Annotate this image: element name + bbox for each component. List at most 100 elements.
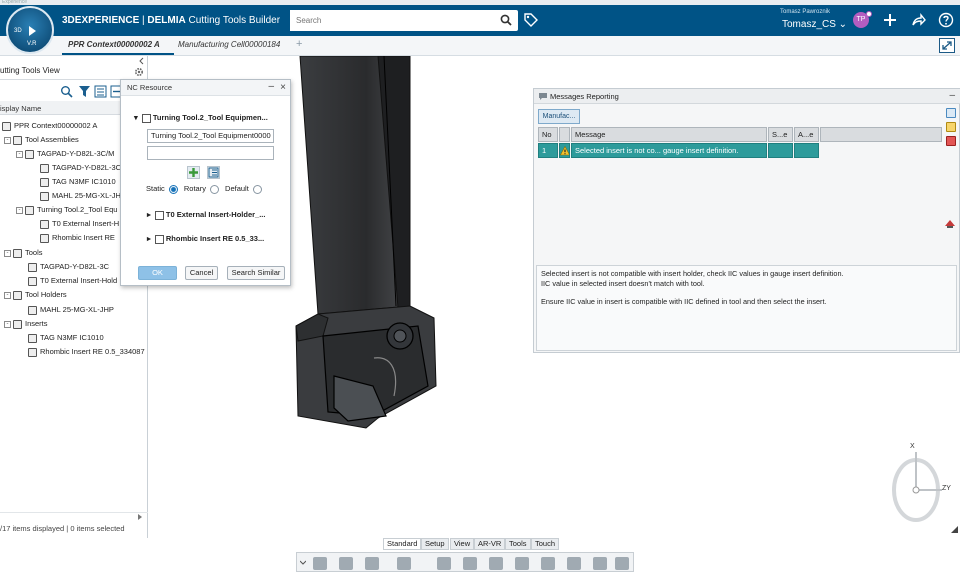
add-icon[interactable]: [882, 12, 898, 28]
detail-line-3: Ensure IIC value in insert is compatible…: [541, 297, 827, 306]
axis-triad[interactable]: X ZY: [880, 440, 955, 525]
search-box[interactable]: [290, 10, 518, 31]
tree-node-inserts-tag[interactable]: TAG N3MF IC1010: [28, 333, 104, 343]
compass-icon[interactable]: 3D V.R: [6, 6, 54, 54]
horizontal-scrollbar[interactable]: [0, 512, 148, 521]
collapse-toggle-icon[interactable]: -: [16, 206, 23, 214]
secondary-field[interactable]: [147, 146, 274, 160]
paste-icon[interactable]: [365, 557, 379, 570]
cancel-button[interactable]: Cancel: [185, 266, 218, 280]
col-extra[interactable]: [820, 127, 942, 142]
dialog-tool-node[interactable]: ▾ Turning Tool.2_Tool Equipmen...: [134, 113, 268, 123]
chevron-down-icon[interactable]: [300, 556, 306, 569]
undo-icon[interactable]: [397, 557, 411, 570]
collapse-toggle-icon[interactable]: -: [4, 291, 11, 299]
search-similar-button[interactable]: Search Similar: [227, 266, 285, 280]
name-field[interactable]: Turning Tool.2_Tool Equipment0000: [147, 129, 274, 143]
holder-icon[interactable]: [515, 557, 529, 570]
tree-label: MAHL 25-MG-XL-JH: [52, 191, 121, 200]
tree-node-tag-insert[interactable]: TAG N3MF IC1010: [40, 177, 116, 187]
row-action[interactable]: [794, 143, 819, 158]
globe-icon[interactable]: [615, 557, 629, 570]
axis-triad-graphic: [892, 452, 942, 522]
tree-node-tool-holders[interactable]: - Tool Holders: [4, 290, 67, 300]
clear-messages-icon[interactable]: [944, 218, 956, 229]
row-severity[interactable]: [768, 143, 793, 158]
collapse-toggle-icon[interactable]: -: [4, 320, 11, 328]
cut-icon[interactable]: [313, 557, 327, 570]
add-button[interactable]: [187, 166, 200, 179]
search-input[interactable]: [290, 10, 490, 31]
user-tenant-dropdown[interactable]: Tomasz_CS ⌄: [782, 19, 847, 30]
error-filter-icon[interactable]: [946, 136, 956, 146]
tab-manufacturing-cell[interactable]: Manufacturing Cell00000184: [178, 40, 288, 49]
tree-node-t0-external[interactable]: T0 External Insert-H: [40, 219, 119, 229]
tree-node-rhombic[interactable]: Rhombic Insert RE: [40, 233, 115, 243]
help-icon[interactable]: [938, 12, 954, 28]
expand-button[interactable]: [939, 38, 955, 53]
insert-icon[interactable]: [541, 557, 555, 570]
compass-version: V.R: [27, 41, 37, 47]
zoom-icon[interactable]: [437, 557, 451, 570]
tab-touch[interactable]: Touch: [531, 538, 560, 550]
collapse-panel-icon[interactable]: [138, 57, 146, 65]
list-button[interactable]: [207, 166, 220, 179]
warning-filter-icon[interactable]: [946, 122, 956, 132]
table-row-warning[interactable]: [559, 143, 570, 158]
tree-node-inserts-rhombic[interactable]: Rhombic Insert RE 0.5_334087: [28, 347, 145, 357]
tab-setup[interactable]: Setup: [421, 538, 449, 550]
tool-assembly-icon[interactable]: [463, 557, 477, 570]
close-icon[interactable]: ×: [280, 82, 286, 93]
tag-icon[interactable]: [523, 12, 539, 28]
tab-tools[interactable]: Tools: [505, 538, 531, 550]
tree-node-mahl[interactable]: MAHL 25-MG-XL-JH: [40, 191, 121, 201]
minimize-icon[interactable]: –: [949, 90, 955, 101]
col-type[interactable]: [559, 127, 570, 142]
dialog-child-insert[interactable]: ▸ Rhombic Insert RE 0.5_33...: [147, 234, 264, 244]
dialog-child-holder[interactable]: ▸ T0 External Insert-Holder_...: [147, 210, 265, 220]
cylinder-icon[interactable]: [593, 557, 607, 570]
info-filter-icon[interactable]: [946, 108, 956, 118]
tree-node-tool-assemblies[interactable]: - Tool Assemblies: [4, 135, 79, 145]
collapse-toggle-icon[interactable]: -: [16, 150, 23, 158]
tree-node-tagpad-assembly[interactable]: - TAGPAD-Y-D82L-3C/M: [16, 149, 114, 159]
scroll-right-icon[interactable]: [137, 514, 143, 520]
tab-ar-vr[interactable]: AR-VR: [474, 538, 506, 550]
tree-node-tools-t0[interactable]: T0 External Insert-Hold: [28, 276, 117, 286]
tree-node-tagpad[interactable]: TAGPAD-Y-D82L-3C: [40, 163, 121, 173]
tree-node-inserts[interactable]: - Inserts: [4, 319, 48, 329]
copy-icon[interactable]: [339, 557, 353, 570]
tab-standard[interactable]: Standard: [383, 538, 422, 550]
manufacturing-filter-button[interactable]: Manufac...: [538, 109, 580, 124]
tree-node-tools-tagpad[interactable]: TAGPAD-Y-D82L-3C: [28, 262, 109, 272]
expand-tree-icon[interactable]: [94, 85, 107, 98]
tree-node-turning-tool[interactable]: - Turning Tool.2_Tool Equ: [16, 205, 117, 215]
tree-node-tools[interactable]: - Tools: [4, 248, 43, 258]
filter-icon[interactable]: [78, 85, 91, 98]
col-severity[interactable]: S...e: [768, 127, 793, 142]
search-icon[interactable]: [500, 14, 512, 26]
row-message[interactable]: Selected insert is not co... gauge inser…: [571, 143, 767, 158]
tool-icon[interactable]: [489, 557, 503, 570]
tab-view[interactable]: View: [450, 538, 475, 550]
settings-gear-icon[interactable]: [134, 67, 144, 77]
collapse-toggle-icon[interactable]: -: [4, 136, 11, 144]
find-icon[interactable]: [60, 85, 73, 98]
row-number[interactable]: 1: [538, 143, 558, 158]
ok-button[interactable]: OK: [138, 266, 177, 280]
resize-corner-icon[interactable]: [950, 524, 959, 534]
add-tab-button[interactable]: +: [296, 38, 302, 50]
collapse-toggle-icon[interactable]: -: [4, 249, 11, 257]
tree-node-holders-mahl[interactable]: MAHL 25-MG-XL-JHP: [28, 305, 114, 315]
radio-static[interactable]: [168, 184, 178, 194]
share-icon[interactable]: [910, 12, 926, 28]
tab-ppr-context[interactable]: PPR Context00000002 A: [68, 40, 160, 49]
tree-node-ppr-context[interactable]: PPR Context00000002 A: [2, 121, 97, 131]
col-no[interactable]: No: [538, 127, 558, 142]
radio-default[interactable]: [252, 184, 262, 194]
catalog-icon[interactable]: [567, 557, 581, 570]
radio-rotary[interactable]: [209, 184, 219, 194]
col-action[interactable]: A...e: [794, 127, 819, 142]
minimize-icon[interactable]: –: [268, 81, 274, 92]
col-message[interactable]: Message: [571, 127, 767, 142]
